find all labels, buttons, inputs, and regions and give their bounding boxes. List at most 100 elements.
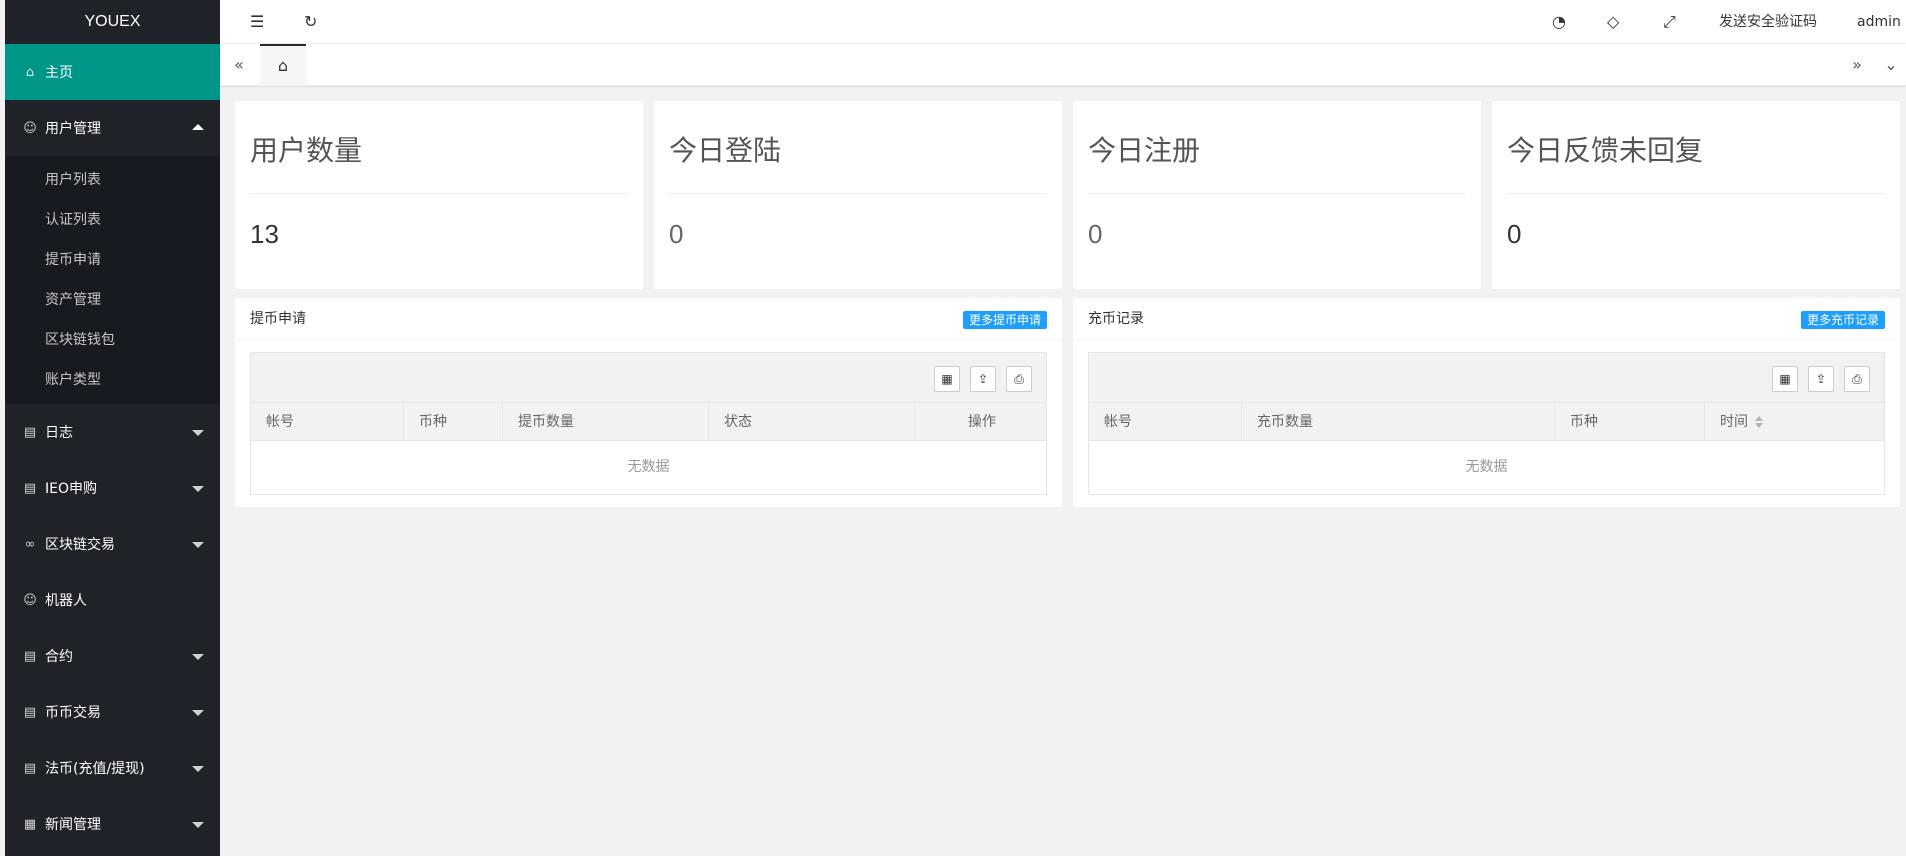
print-icon[interactable]: ⎙ [1006, 366, 1032, 392]
panel-header: 充币记录 更多充币记录 [1073, 298, 1900, 340]
deposit-table: ▦ ⇪ ⎙ 帐号 充币数量 币种 时间 无数据 [1088, 352, 1885, 495]
sidebar-subitem-verification-list[interactable]: 认证列表 [5, 200, 220, 240]
table-header: 帐号 币种 提币数量 状态 操作 [251, 403, 1046, 441]
sidebar-item-logs[interactable]: ▤ 日志 [5, 404, 220, 460]
sidebar-item-robot[interactable]: ☺ 机器人 [5, 572, 220, 628]
column-header[interactable]: 状态 [709, 403, 915, 440]
chevron-down-icon [192, 486, 204, 492]
columns-filter-icon[interactable]: ▦ [1772, 366, 1798, 392]
stat-card-feedback-unreplied: 今日反馈未回复 0 [1492, 101, 1900, 289]
column-header[interactable]: 提币数量 [503, 403, 709, 440]
user-icon: ☺ [23, 592, 37, 608]
stat-card-user-count: 用户数量 13 [235, 101, 643, 289]
user-menu[interactable]: admin [1857, 0, 1906, 69]
sidebar-item-label: 用户管理 [45, 121, 101, 137]
chevron-up-icon [192, 124, 204, 130]
column-header[interactable]: 币种 [404, 403, 503, 440]
doc-icon: ▤ [23, 760, 37, 776]
chevron-down-icon [192, 542, 204, 548]
sidebar-item-user-management[interactable]: ☺ 用户管理 [5, 100, 220, 156]
user-icon: ☺ [23, 120, 37, 136]
doc-icon: ▤ [23, 424, 37, 440]
chevron-down-icon [192, 710, 204, 716]
sidebar-subitem-user-list[interactable]: 用户列表 [5, 160, 220, 200]
sidebar-item-label: 币币交易 [45, 705, 101, 721]
columns-filter-icon[interactable]: ▦ [934, 366, 960, 392]
theme-palette-icon[interactable]: ◔ [1552, 0, 1566, 44]
user-management-submenu: 用户列表 认证列表 提币申请 资产管理 区块链钱包 账户类型 [5, 156, 220, 404]
table-toolbar: ▦ ⇪ ⎙ [1089, 353, 1884, 403]
export-icon[interactable]: ⇪ [1808, 366, 1834, 392]
chevron-down-icon [192, 654, 204, 660]
home-icon: ⌂ [277, 56, 289, 75]
refresh-icon[interactable]: ↻ [304, 0, 317, 44]
doc-icon: ▤ [23, 648, 37, 664]
sidebar-item-blockchain-trade[interactable]: ∞ 区块链交易 [5, 516, 220, 572]
tab-home[interactable]: ⌂ [260, 44, 306, 86]
sort-icon[interactable] [1754, 415, 1764, 429]
sidebar: YOUEX ⌂ 主页 ☺ 用户管理 用户列表 认证列表 提币申请 资产管理 区块… [0, 0, 220, 856]
deposit-records-panel: 充币记录 更多充币记录 ▦ ⇪ ⎙ 帐号 充币数量 币种 时间 无数据 [1073, 298, 1900, 507]
news-icon: ▦ [23, 816, 37, 832]
table-toolbar: ▦ ⇪ ⎙ [251, 353, 1046, 403]
sidebar-item-home[interactable]: ⌂ 主页 [5, 44, 220, 100]
sidebar-subitem-asset-management[interactable]: 资产管理 [5, 280, 220, 320]
stat-value: 0 [1088, 219, 1103, 249]
column-header[interactable]: 操作 [915, 403, 1046, 440]
sidebar-item-label: 机器人 [45, 593, 87, 609]
divider [1507, 193, 1885, 194]
table-header: 帐号 充币数量 币种 时间 [1089, 403, 1884, 441]
fullscreen-icon[interactable]: ⤢ [1663, 0, 1676, 44]
chevron-down-icon [192, 822, 204, 828]
logo[interactable]: YOUEX [5, 0, 220, 44]
chevron-down-icon [192, 766, 204, 772]
doc-icon: ▤ [23, 704, 37, 720]
sidebar-item-label: 法币(充值/提现) [45, 761, 145, 777]
panel-title: 提币申请 [250, 311, 306, 327]
menu-toggle-icon[interactable]: ☰ [250, 0, 264, 44]
sidebar-item-ieo[interactable]: ▤ IEO申购 [5, 460, 220, 516]
tag-icon[interactable]: ◇ [1607, 0, 1619, 44]
stat-title: 用户数量 [250, 134, 363, 167]
panel-header: 提币申请 更多提币申请 [235, 298, 1062, 340]
stat-value: 13 [250, 219, 279, 249]
more-withdraw-requests-button[interactable]: 更多提币申请 [962, 311, 1047, 329]
more-deposit-records-button[interactable]: 更多充币记录 [1800, 311, 1885, 329]
column-header-time[interactable]: 时间 [1705, 403, 1884, 440]
stat-value: 0 [669, 219, 684, 249]
home-icon: ⌂ [25, 64, 35, 80]
stat-card-today-register: 今日注册 0 [1073, 101, 1481, 289]
sidebar-subitem-account-type[interactable]: 账户类型 [5, 360, 220, 400]
stat-title: 今日登陆 [669, 134, 782, 167]
export-icon[interactable]: ⇪ [970, 366, 996, 392]
sidebar-item-label: 新闻管理 [45, 817, 101, 833]
sidebar-item-label: IEO申购 [45, 481, 97, 497]
top-header: ☰ ↻ ◔ ◇ ⤢ 发送安全验证码 admin [220, 0, 1906, 69]
divider [250, 193, 628, 194]
doc-icon: ▤ [23, 480, 37, 496]
sidebar-item-fiat[interactable]: ▤ 法币(充值/提现) [5, 740, 220, 796]
sidebar-subitem-withdraw-requests[interactable]: 提币申请 [5, 240, 220, 280]
empty-state: 无数据 [1465, 459, 1508, 475]
column-header[interactable]: 充币数量 [1242, 403, 1555, 440]
column-header[interactable]: 帐号 [251, 403, 404, 440]
link-icon: ∞ [24, 536, 36, 552]
stat-value: 0 [1507, 219, 1522, 249]
column-header[interactable]: 币种 [1555, 403, 1705, 440]
panel-title: 充币记录 [1088, 311, 1144, 327]
scroll-left-icon[interactable]: « [220, 44, 258, 86]
sidebar-item-contract[interactable]: ▤ 合约 [5, 628, 220, 684]
send-security-code-button[interactable]: 发送安全验证码 [1719, 0, 1817, 44]
sidebar-item-news[interactable]: ▦ 新闻管理 [5, 796, 220, 852]
sidebar-item-label: 合约 [45, 649, 73, 665]
divider [669, 193, 1047, 194]
sidebar-item-coin-trade[interactable]: ▤ 币币交易 [5, 684, 220, 740]
tab-options-chevron-down-icon[interactable]: ⌄ [1876, 44, 1906, 86]
tab-bar: « ⌂ » ⌄ [220, 44, 1906, 86]
scroll-right-icon[interactable]: » [1838, 44, 1876, 86]
sidebar-subitem-blockchain-wallet[interactable]: 区块链钱包 [5, 320, 220, 360]
column-header[interactable]: 帐号 [1089, 403, 1242, 440]
print-icon[interactable]: ⎙ [1844, 366, 1870, 392]
withdraw-table: ▦ ⇪ ⎙ 帐号 币种 提币数量 状态 操作 无数据 [250, 352, 1047, 495]
stat-title: 今日反馈未回复 [1507, 134, 1704, 167]
